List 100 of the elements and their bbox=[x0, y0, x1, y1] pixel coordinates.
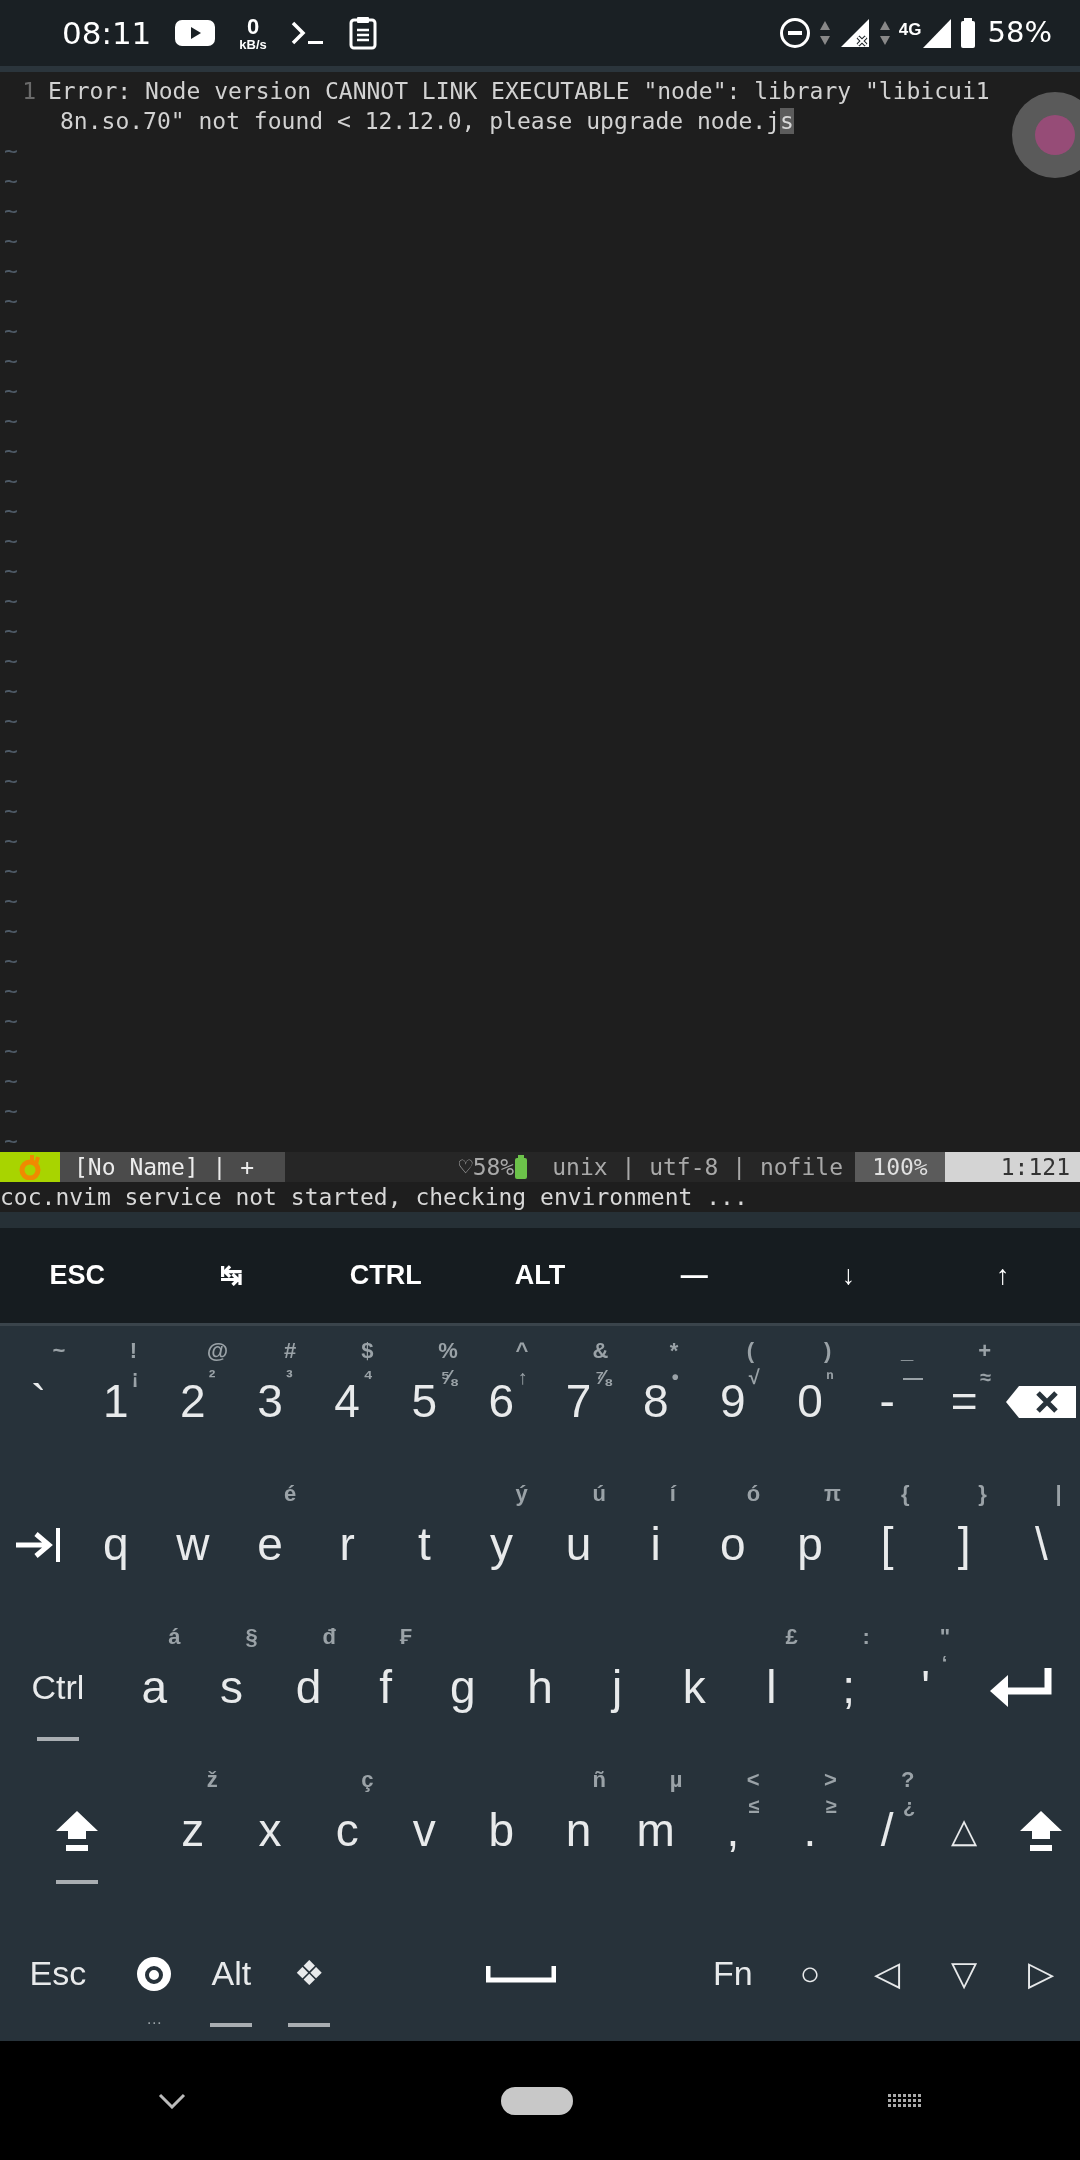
empty-line-marker: ~ bbox=[3, 168, 18, 194]
keyboard-key[interactable]: ó o bbox=[694, 1469, 772, 1612]
extra-key[interactable]: ↑ bbox=[925, 1228, 1080, 1323]
keyboard-key[interactable]: é e bbox=[231, 1469, 309, 1612]
keyboard-key[interactable]: ñ n bbox=[540, 1755, 618, 1898]
keyboard-key[interactable]: Esc bbox=[0, 1898, 116, 2041]
key-hint: ₣ bbox=[399, 1623, 412, 1651]
keyboard-key[interactable]: ç c bbox=[308, 1755, 386, 1898]
key-hint: ⅞ bbox=[594, 1365, 612, 1390]
empty-line-marker: ~ bbox=[3, 468, 18, 494]
keyboard-key[interactable]: ? / ¿ bbox=[848, 1755, 926, 1898]
empty-line-marker: ~ bbox=[3, 498, 18, 524]
keyboard-key[interactable]: > . ≥ bbox=[771, 1755, 849, 1898]
key-hint: ¿ bbox=[903, 1794, 916, 1819]
text-cursor: s bbox=[780, 108, 794, 134]
keyboard-key[interactable]: △ bbox=[925, 1755, 1003, 1898]
keyboard-key[interactable]: π p bbox=[771, 1469, 849, 1612]
keyboard-key[interactable]: j bbox=[578, 1612, 656, 1755]
keyboard-key[interactable]: g bbox=[424, 1612, 502, 1755]
keyboard-key[interactable]: ◁ bbox=[848, 1898, 926, 2041]
keyboard-key[interactable]: x bbox=[231, 1755, 309, 1898]
keyboard-key[interactable]: " ' ‘ bbox=[887, 1612, 965, 1755]
back-chevron-icon[interactable] bbox=[157, 2092, 186, 2109]
key-hint: § bbox=[245, 1623, 258, 1651]
keyboard-key[interactable]: á a bbox=[115, 1612, 193, 1755]
empty-line-marker: ~ bbox=[3, 1128, 18, 1152]
keyboard-key[interactable]: Alt bbox=[192, 1898, 270, 2041]
key-hint: ‘ bbox=[941, 1651, 948, 1676]
keyboard-key[interactable]: ▽ bbox=[925, 1898, 1003, 2041]
keyboard-key[interactable]: ! 1¡ bbox=[77, 1326, 155, 1469]
keyboard-key[interactable]: Ctrl bbox=[0, 1612, 116, 1755]
extra-key[interactable]: ↓ bbox=[771, 1228, 926, 1323]
keyboard-key[interactable]: k bbox=[655, 1612, 733, 1755]
empty-line-marker: ~ bbox=[3, 1068, 18, 1094]
file-info: unix | utf-8 | nofile bbox=[552, 1153, 843, 1182]
keyboard-key[interactable]: | \ bbox=[1002, 1469, 1080, 1612]
keyboard-key[interactable]: ○ bbox=[771, 1898, 849, 2041]
keyboard-key[interactable]: b bbox=[462, 1755, 540, 1898]
empty-line-marker: ~ bbox=[3, 858, 18, 884]
key-hint: ¡ bbox=[131, 1365, 139, 1390]
key-hint: ç bbox=[361, 1766, 374, 1794]
empty-line-marker: ~ bbox=[3, 918, 18, 944]
keyboard-key[interactable]: + =≈ bbox=[925, 1326, 1003, 1469]
key-hint: ³ bbox=[286, 1365, 293, 1390]
empty-line-marker: ~ bbox=[3, 738, 18, 764]
keyboard-key[interactable]: q bbox=[77, 1469, 155, 1612]
extra-key[interactable]: ESC bbox=[0, 1228, 155, 1323]
keyboard-key[interactable]: ( 9√ bbox=[694, 1326, 772, 1469]
keyboard-key[interactable]: t bbox=[385, 1469, 463, 1612]
key-hint: ž bbox=[206, 1766, 218, 1794]
empty-line-marker: ~ bbox=[3, 348, 18, 374]
keyboard-key[interactable]: £ l bbox=[732, 1612, 810, 1755]
keyboard-key[interactable]: Fn bbox=[694, 1898, 772, 2041]
keyboard-key[interactable]: w bbox=[154, 1469, 232, 1612]
floating-bubble[interactable] bbox=[1012, 92, 1080, 178]
extra-key[interactable]: ALT bbox=[462, 1228, 618, 1323]
home-button-icon[interactable] bbox=[501, 2086, 573, 2115]
keyboard-key[interactable]: § s bbox=[192, 1612, 270, 1755]
keyboard-key[interactable]: í i bbox=[617, 1469, 695, 1612]
key-hint: ( bbox=[746, 1337, 755, 1365]
keyboard-key[interactable]: _ - — bbox=[848, 1326, 926, 1469]
empty-line-marker: ~ bbox=[3, 528, 18, 554]
keyboard-key[interactable]: ý y bbox=[462, 1469, 540, 1612]
key-hint: ⁴ bbox=[363, 1365, 374, 1390]
keyboard-key[interactable]: ^ 6↑ bbox=[462, 1326, 540, 1469]
empty-line-marker: ~ bbox=[3, 798, 18, 824]
keyboard-key[interactable]: ▷ bbox=[1002, 1898, 1080, 2041]
extra-key[interactable]: — bbox=[617, 1228, 772, 1323]
extra-key[interactable]: ↹ bbox=[154, 1228, 309, 1323]
data-arrows-icon bbox=[818, 19, 831, 47]
keyboard-icon[interactable] bbox=[888, 2093, 923, 2108]
keyboard-key[interactable]: v bbox=[385, 1755, 463, 1898]
keyboard-key[interactable]: : ; bbox=[810, 1612, 888, 1755]
keyboard-key[interactable]: đ d bbox=[270, 1612, 348, 1755]
empty-line-marker: ~ bbox=[3, 888, 18, 914]
keyboard-key[interactable]: r bbox=[308, 1469, 386, 1612]
empty-line-marker: ~ bbox=[3, 408, 18, 434]
empty-line-marker: ~ bbox=[3, 1098, 18, 1124]
key-hint: ≈ bbox=[980, 1365, 992, 1390]
keyboard-key[interactable]: ~ ` bbox=[0, 1326, 78, 1469]
keyboard-key[interactable]: µ m bbox=[617, 1755, 695, 1898]
keyboard-key[interactable]: * 8• bbox=[617, 1326, 695, 1469]
keyboard-key[interactable]: ₣ f bbox=[347, 1612, 425, 1755]
keyboard-key[interactable]: ❖ bbox=[270, 1898, 348, 2041]
key-hint: ? bbox=[901, 1766, 915, 1794]
settings-key[interactable]: … bbox=[115, 1898, 193, 2041]
cursor-position: 1:121 bbox=[945, 1152, 1080, 1182]
keyboard-key[interactable]: h bbox=[501, 1612, 579, 1755]
network-type: 4G bbox=[898, 19, 922, 41]
key-hint: µ bbox=[669, 1766, 683, 1794]
key-hint: é bbox=[284, 1480, 297, 1508]
keyboard-key[interactable]: ú u bbox=[540, 1469, 618, 1612]
empty-line-marker: ~ bbox=[3, 1038, 18, 1064]
keyboard-key[interactable]: < , ≤ bbox=[694, 1755, 772, 1898]
keyboard-key[interactable]: { [ bbox=[848, 1469, 926, 1612]
empty-line-marker: ~ bbox=[3, 648, 18, 674]
signal-strength-icon bbox=[921, 17, 952, 49]
extra-key[interactable]: CTRL bbox=[308, 1228, 463, 1323]
keyboard-key[interactable]: ž z bbox=[154, 1755, 232, 1898]
keyboard-key[interactable]: } ] bbox=[925, 1469, 1003, 1612]
